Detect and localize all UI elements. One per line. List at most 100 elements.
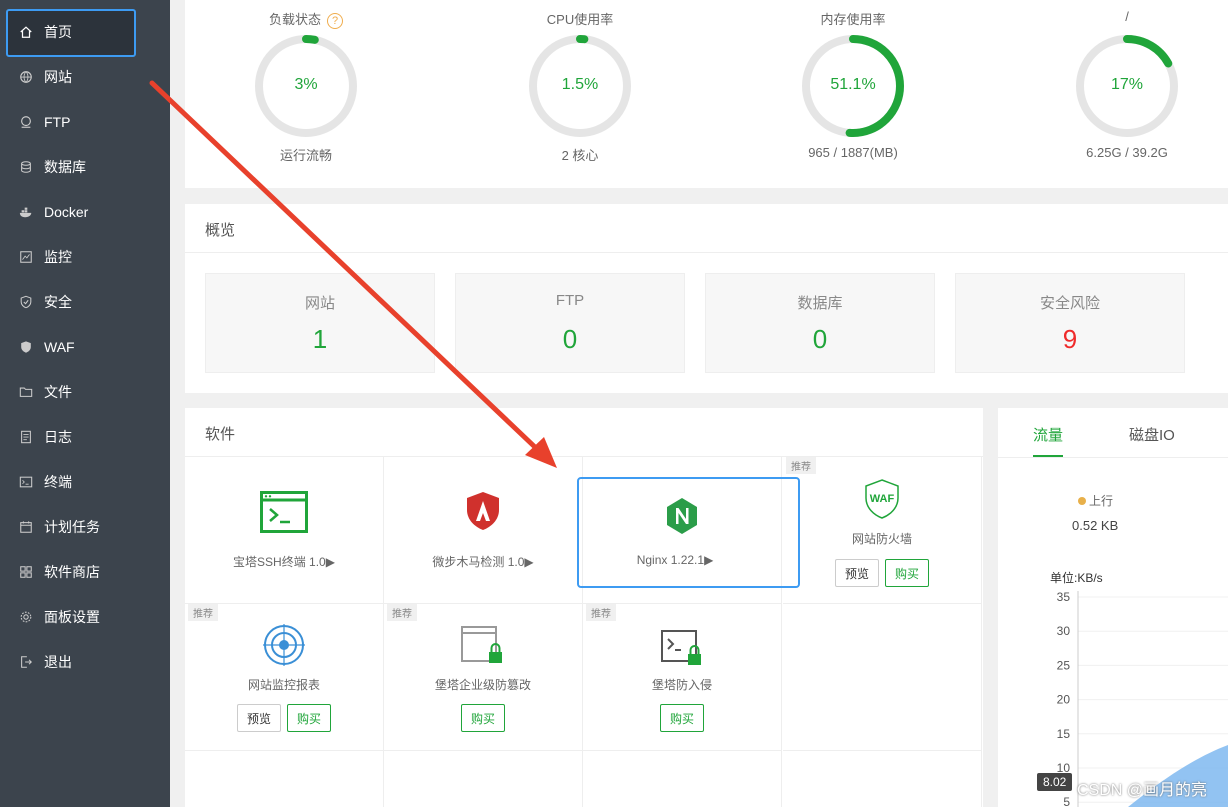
buy-button[interactable]: 购买 xyxy=(885,559,930,587)
gauge-title: 负载状态? xyxy=(206,9,406,29)
sidebar-item-database[interactable]: 数据库 xyxy=(0,144,170,189)
terminal-icon xyxy=(18,474,34,490)
locked-terminal-icon xyxy=(661,630,701,665)
y-tick-label: 35 xyxy=(1057,590,1071,604)
overview-card-value: 0 xyxy=(812,324,828,354)
overview-card-sites[interactable]: 网站 1 xyxy=(205,273,435,373)
terminal-window-icon xyxy=(260,491,308,533)
software-name: 堡塔防入侵 xyxy=(651,678,712,692)
folder-icon xyxy=(18,384,34,400)
tab-traffic[interactable]: 流量 xyxy=(1033,424,1063,445)
gauge-value: 1.5% xyxy=(561,76,599,93)
gear-icon xyxy=(18,609,34,625)
recommend-tag: 推荐 xyxy=(188,604,218,621)
sidebar-item-ftp[interactable]: FTP xyxy=(0,99,170,144)
calendar-icon xyxy=(18,519,34,535)
sidebar-item-cron[interactable]: 计划任务 xyxy=(0,504,170,549)
waf-shield-logo-icon: WAF xyxy=(865,479,899,519)
sidebar-item-sites[interactable]: 网站 xyxy=(0,54,170,99)
monitor-icon xyxy=(18,249,34,265)
software-item-tamper-proof[interactable]: 推荐 堡塔企业级防篡改 购买 xyxy=(384,604,583,751)
software-item-intrusion-prevention[interactable]: 推荐 堡塔防入侵 购买 xyxy=(583,604,782,751)
sidebar-item-label: FTP xyxy=(44,113,71,130)
sidebar-item-label: 文件 xyxy=(44,383,72,400)
recommend-tag: 推荐 xyxy=(387,604,417,621)
svg-text:WAF: WAF xyxy=(870,493,895,505)
sidebar-item-settings[interactable]: 面板设置 xyxy=(0,594,170,639)
y-tick-label: 25 xyxy=(1057,658,1071,672)
software-empty-cell xyxy=(384,751,583,807)
sidebar-item-logs[interactable]: 日志 xyxy=(0,414,170,459)
overview-title: 概览 xyxy=(185,204,1228,253)
tab-disk-io[interactable]: 磁盘IO xyxy=(1129,424,1175,445)
sidebar-item-label: 网站 xyxy=(44,68,72,85)
y-tick-label: 20 xyxy=(1057,693,1071,707)
buy-button[interactable]: 购买 xyxy=(287,704,332,732)
sidebar-item-home[interactable]: 首页 xyxy=(0,9,170,54)
recommend-tag: 推荐 xyxy=(786,457,816,474)
software-name: 网站监控报表 xyxy=(247,678,320,692)
overview-card-security-risk[interactable]: 安全风险 9 xyxy=(955,273,1185,373)
overview-card-label: 数据库 xyxy=(797,295,843,312)
sidebar-item-label: 安全 xyxy=(44,293,72,310)
sidebar-item-files[interactable]: 文件 xyxy=(0,369,170,414)
log-icon xyxy=(18,429,34,445)
sidebar: 首页 网站 FTP 数据库 Docker 监控 安全 WAF 文件 日志 终端 … xyxy=(0,0,170,807)
status-gauges-panel: 负载状态? 3% 运行流畅 CPU使用率 1.5% 2 核心 内存使用率 51.… xyxy=(185,0,1228,188)
button-group: 预览 购买 xyxy=(185,704,383,732)
gauge-load[interactable]: 负载状态? 3% 运行流畅 xyxy=(206,0,406,188)
overview-card-ftp[interactable]: FTP 0 xyxy=(455,273,685,373)
gauge-memory[interactable]: 内存使用率 51.1% 965 / 1887(MB) xyxy=(753,0,953,188)
button-group: 购买 xyxy=(384,704,582,732)
database-icon xyxy=(18,159,34,175)
sidebar-item-security[interactable]: 安全 xyxy=(0,279,170,324)
y-tick-label: 5 xyxy=(1063,795,1070,807)
sidebar-item-store[interactable]: 软件商店 xyxy=(0,549,170,594)
software-item-ssh-terminal[interactable]: 宝塔SSH终端 1.0▶ xyxy=(185,457,384,604)
apps-grid-icon xyxy=(18,564,34,580)
overview-card-value: 9 xyxy=(1062,324,1078,354)
waf-shield-icon xyxy=(18,339,34,355)
red-shield-logo-icon xyxy=(467,492,499,530)
home-icon xyxy=(18,24,34,40)
sidebar-item-label: Docker xyxy=(44,203,89,220)
sidebar-item-label: 首页 xyxy=(44,23,72,40)
software-item-waf[interactable]: 推荐 WAF 网站防火墙 预览 购买 xyxy=(783,457,982,604)
gauge-cpu[interactable]: CPU使用率 1.5% 2 核心 xyxy=(480,0,680,188)
overview-card-label: FTP xyxy=(555,292,585,309)
gauge-disk[interactable]: / 17% 6.25G / 39.2G xyxy=(1027,0,1227,188)
overview-card-database[interactable]: 数据库 0 xyxy=(705,273,935,373)
button-group: 购买 xyxy=(583,704,781,732)
logout-icon xyxy=(18,654,34,670)
traffic-tabs: 流量 磁盘IO xyxy=(998,408,1228,458)
gauge-title: CPU使用率 xyxy=(546,12,614,27)
buy-button[interactable]: 购买 xyxy=(460,704,505,732)
sidebar-item-logout[interactable]: 退出 xyxy=(0,639,170,684)
upload-value: 0.52 KB xyxy=(1072,518,1119,533)
preview-button[interactable]: 预览 xyxy=(236,704,281,732)
preview-button[interactable]: 预览 xyxy=(834,559,879,587)
software-empty-cell xyxy=(783,751,982,807)
ftp-icon xyxy=(18,114,34,130)
sidebar-item-terminal[interactable]: 终端 xyxy=(0,459,170,504)
sidebar-item-label: 面板设置 xyxy=(44,608,100,625)
sidebar-item-label: 终端 xyxy=(44,473,72,490)
gauge-title: / xyxy=(1125,9,1129,24)
software-item-site-monitor-report[interactable]: 推荐 网站监控报表 预览 购买 xyxy=(185,604,384,751)
sidebar-item-label: WAF xyxy=(44,338,75,355)
sidebar-item-monitor[interactable]: 监控 xyxy=(0,234,170,279)
sidebar-item-waf[interactable]: WAF xyxy=(0,324,170,369)
sidebar-item-docker[interactable]: Docker xyxy=(0,189,170,234)
radar-target-icon xyxy=(263,624,305,666)
software-name: 网站防火墙 xyxy=(851,532,912,546)
gauge-subtitle: 运行流畅 xyxy=(279,148,332,163)
gauge-subtitle: 2 核心 xyxy=(561,148,599,163)
software-item-trojan-detect[interactable]: 微步木马检测 1.0▶ xyxy=(384,457,583,604)
sidebar-item-label: 数据库 xyxy=(44,158,86,175)
upload-legend: 上行 xyxy=(1078,492,1113,509)
button-group: 预览 购买 xyxy=(783,559,981,587)
sidebar-item-label: 退出 xyxy=(44,653,72,670)
traffic-panel: 流量 磁盘IO 上行 0.52 KB 单位:KB/s 35 30 25 20 15 10 5 xyxy=(998,408,1228,807)
help-icon[interactable]: ? xyxy=(327,12,343,29)
buy-button[interactable]: 购买 xyxy=(659,704,704,732)
